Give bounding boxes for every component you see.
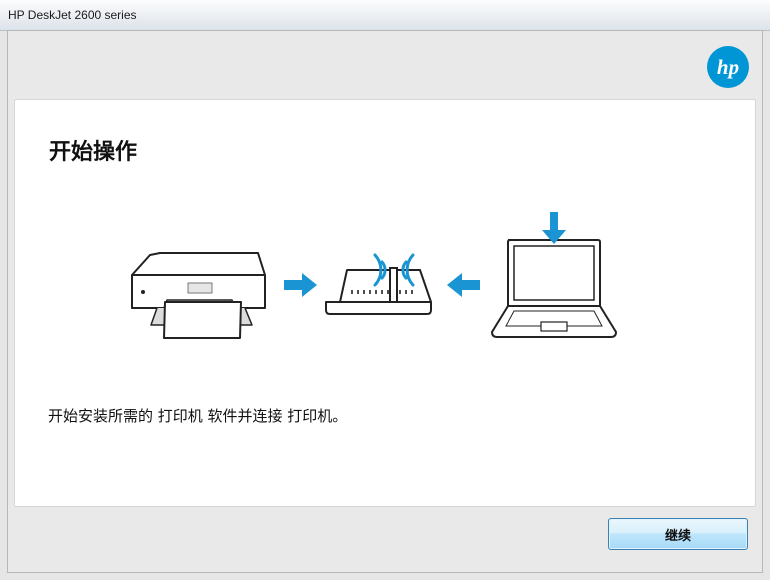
printer-icon bbox=[131, 252, 266, 339]
router-icon bbox=[325, 253, 432, 315]
hp-logo-text: hp bbox=[717, 55, 739, 79]
page-heading: 开始操作 bbox=[49, 140, 138, 165]
arrow-right-icon bbox=[284, 273, 317, 297]
hp-logo-icon: hp bbox=[707, 46, 749, 88]
laptop-icon bbox=[491, 212, 617, 338]
window-title: HP DeskJet 2600 series bbox=[8, 8, 137, 22]
page-description: 开始安装所需的 打印机 软件并连接 打印机。 bbox=[48, 407, 348, 425]
title-bar[interactable]: HP DeskJet 2600 series bbox=[0, 0, 770, 31]
setup-illustration bbox=[131, 212, 617, 339]
installer-window: HP DeskJet 2600 series hp 开始操作 开始安装所需的 打… bbox=[0, 0, 770, 580]
arrow-left-icon bbox=[447, 273, 480, 297]
continue-button[interactable]: 继续 bbox=[608, 518, 748, 550]
